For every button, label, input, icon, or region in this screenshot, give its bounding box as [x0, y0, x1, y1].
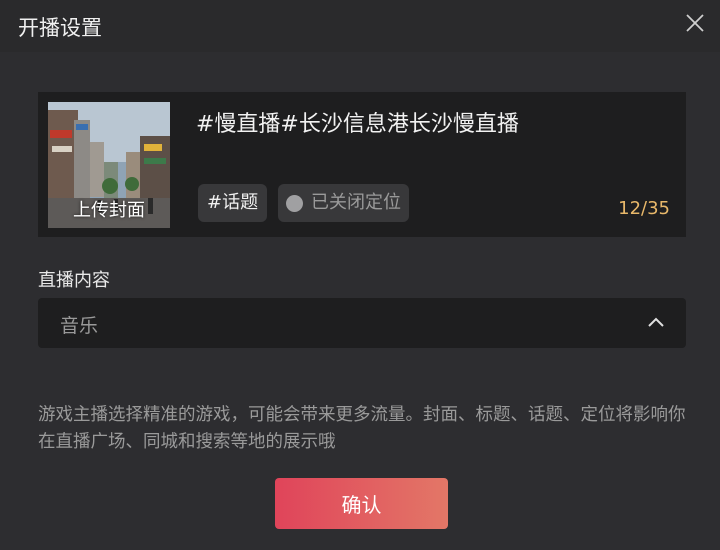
location-off-icon	[286, 194, 303, 212]
dialog-title: 开播设置	[18, 16, 102, 40]
chevron-up-icon	[648, 317, 664, 327]
dialog-header: 开播设置	[0, 0, 720, 52]
close-icon[interactable]	[684, 12, 706, 34]
stream-info-card: 上传封面 #慢直播#长沙信息港长沙慢直播 #话题 已关闭定位 12/35	[38, 92, 686, 237]
live-title-text[interactable]: #慢直播#长沙信息港长沙慢直播	[196, 106, 519, 138]
upload-cover-label: 上传封面	[73, 200, 145, 221]
live-content-label: 直播内容	[38, 270, 110, 291]
confirm-button[interactable]: 确认	[275, 478, 448, 529]
cover-upload[interactable]: 上传封面	[48, 102, 170, 228]
location-toggle[interactable]: 已关闭定位	[278, 184, 409, 222]
hint-text: 游戏主播选择精准的游戏，可能会带来更多流量。封面、标题、话题、定位将影响你在直播…	[38, 405, 686, 452]
live-content-value: 音乐	[60, 315, 99, 337]
location-label: 已关闭定位	[311, 192, 401, 213]
topic-tag-button[interactable]: #话题	[198, 184, 268, 222]
live-content-select[interactable]: 音乐	[38, 298, 686, 348]
title-char-counter: 12/35	[618, 198, 670, 219]
